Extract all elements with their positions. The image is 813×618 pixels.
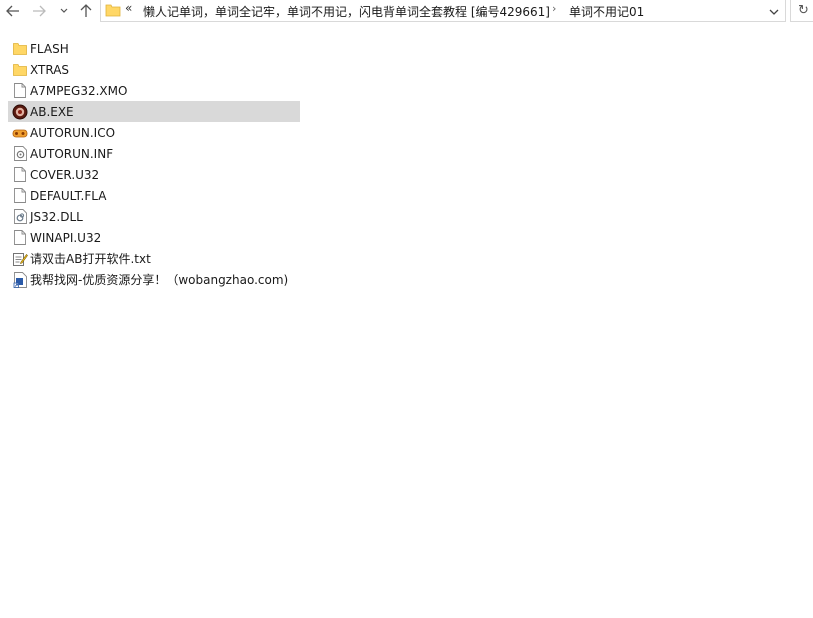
arrow-left-icon [6,5,19,17]
folder-icon [105,3,121,20]
file-name: AUTORUN.ICO [30,125,116,140]
refresh-button[interactable]: ↻ [790,0,813,22]
file-list: FLASH XTRAS A7MPEG32.XMO AB.EXE AUTORUN.ICO A… [8,38,300,290]
breadcrumb-separator[interactable]: › [552,2,556,15]
file-icon [12,167,28,183]
file-name: 请双击AB打开软件.txt [30,252,151,266]
chevron-down-icon [769,9,779,15]
file-item[interactable]: 请双击AB打开软件.txt [8,248,300,269]
file-item[interactable]: COVER.U32 [8,164,300,185]
recent-locations-button[interactable] [57,0,71,22]
folder-icon [12,41,28,57]
app-exe-icon [12,104,28,120]
file-item[interactable]: JS32.DLL [8,206,300,227]
file-item[interactable]: XTRAS [8,59,300,80]
file-icon [12,83,28,99]
file-name: AUTORUN.INF [30,146,114,161]
file-item[interactable]: DEFAULT.FLA [8,185,300,206]
file-name: 我帮找网-优质资源分享！（wobangzhao.com) [30,273,289,287]
file-icon [12,230,28,246]
file-name: JS32.DLL [30,209,83,224]
file-item[interactable]: WINAPI.U32 [8,227,300,248]
arrow-up-icon [80,4,92,17]
overflow-marker[interactable]: « [125,1,132,15]
shortcut-icon [12,271,28,288]
file-name: FLASH [30,41,69,56]
navigation-bar: « 懒人记单词，单词全记牢，单词不用记，闪电背单词全套教程 [编号429661]… [0,0,813,24]
file-item[interactable]: AUTORUN.INF [8,143,300,164]
file-name: WINAPI.U32 [30,230,102,245]
file-item[interactable]: A7MPEG32.XMO [8,80,300,101]
file-item[interactable]: AUTORUN.ICO [8,122,300,143]
file-item[interactable]: 我帮找网-优质资源分享！（wobangzhao.com) [8,269,300,290]
file-icon [12,188,28,204]
file-name: AB.EXE [30,104,74,119]
text-file-icon [12,251,28,267]
address-bar[interactable]: « 懒人记单词，单词全记牢，单词不用记，闪电背单词全套教程 [编号429661]… [100,0,786,22]
file-name: COVER.U32 [30,167,100,182]
address-dropdown-button[interactable] [769,5,779,19]
up-button[interactable] [75,0,97,22]
dll-file-icon [12,209,28,225]
file-name: A7MPEG32.XMO [30,83,128,98]
settings-file-icon [12,146,28,162]
back-button[interactable] [2,0,24,22]
breadcrumb-current[interactable]: 单词不用记01 [569,3,644,20]
file-item[interactable]: FLASH [8,38,300,59]
file-name: DEFAULT.FLA [30,188,107,203]
file-name: XTRAS [30,62,70,77]
chevron-down-icon [60,8,68,13]
file-item[interactable]: AB.EXE [8,101,300,122]
folder-icon [12,62,28,78]
breadcrumb-parent[interactable]: 懒人记单词，单词全记牢，单词不用记，闪电背单词全套教程 [编号429661] [143,3,550,20]
refresh-icon: ↻ [798,3,809,18]
ico-file-icon [12,125,28,141]
arrow-right-icon [33,5,46,17]
forward-button[interactable] [28,0,50,22]
